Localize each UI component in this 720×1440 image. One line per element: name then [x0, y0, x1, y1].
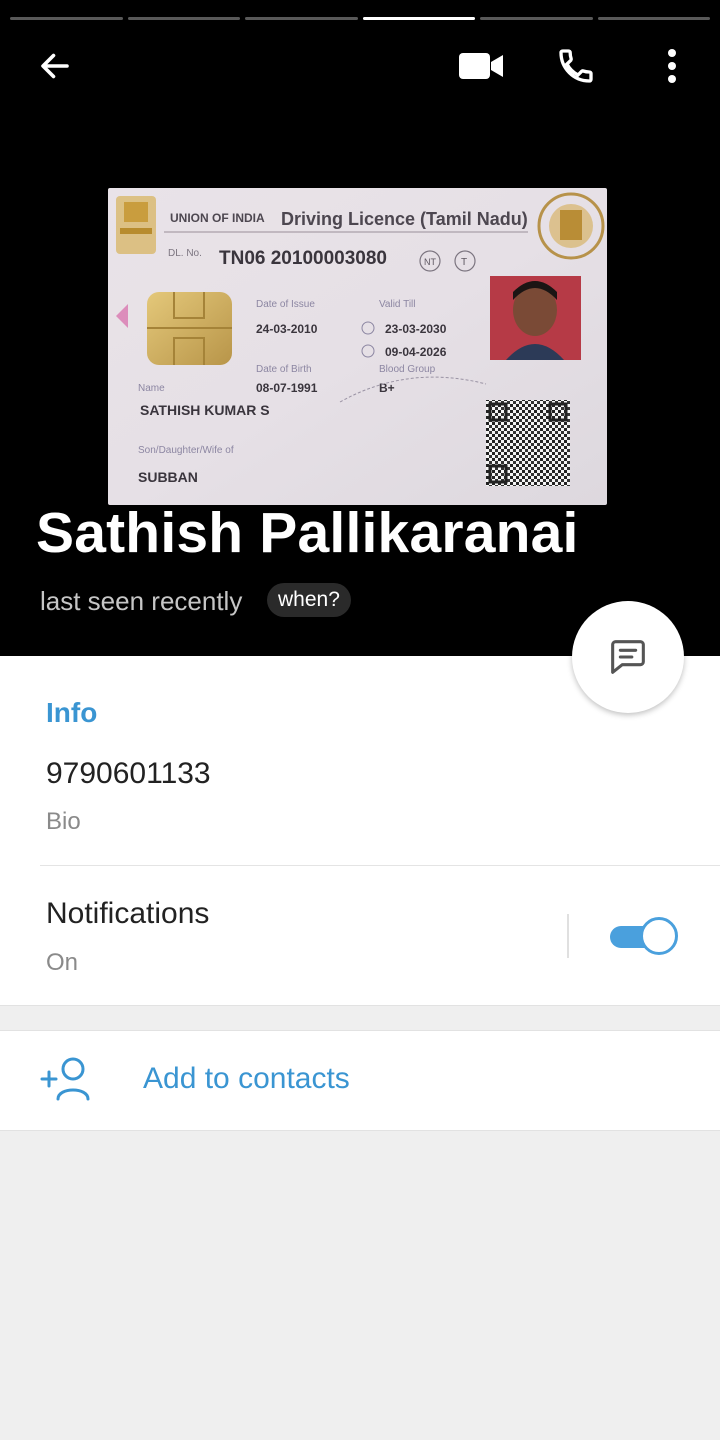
emblem-icon	[116, 196, 156, 254]
story-segment	[10, 17, 123, 20]
more-vertical-icon	[668, 49, 676, 83]
card-relation-label: Son/Daughter/Wife of	[138, 445, 234, 456]
card-issue-date: 24-03-2010	[256, 322, 318, 336]
card-badge-nt: NT	[424, 257, 436, 267]
story-progress	[10, 17, 710, 20]
back-button[interactable]	[29, 40, 81, 92]
card-relation-name: SUBBAN	[138, 469, 198, 485]
card-dl-number: TN06 20100003080	[219, 248, 387, 269]
story-segment	[597, 17, 710, 20]
add-user-icon	[40, 1057, 90, 1101]
card-valid-label: Valid Till	[379, 299, 416, 310]
story-segment	[480, 17, 593, 20]
video-call-button[interactable]	[455, 40, 507, 92]
toggle-knob	[640, 917, 678, 955]
notifications-label: Notifications	[46, 897, 210, 930]
card-blood-label: Blood Group	[379, 364, 436, 375]
story-segment	[127, 17, 240, 20]
story-segment	[245, 17, 358, 20]
bio-label: Bio	[46, 808, 81, 835]
profile-header: UNION OF INDIA Driving Licence (Tamil Na…	[0, 0, 720, 656]
card-holder-name: SATHISH KUMAR S	[140, 402, 270, 418]
card-issue-label: Date of Issue	[256, 299, 315, 310]
last-seen-status: last seen recently	[40, 586, 243, 616]
phone-icon	[559, 49, 593, 83]
arrow-left-icon	[41, 53, 69, 79]
driving-licence-card-image: UNION OF INDIA Driving Licence (Tamil Na…	[108, 188, 607, 505]
send-message-button[interactable]	[572, 601, 684, 713]
info-section-title: Info	[46, 697, 98, 728]
card-badge-t: T	[461, 257, 467, 268]
card-dl-label: DL. No.	[168, 248, 202, 259]
when-button[interactable]: when?	[267, 583, 351, 617]
video-camera-icon	[459, 53, 503, 79]
phone-number[interactable]: 9790601133	[46, 757, 211, 791]
story-segment-active	[362, 17, 475, 20]
holder-portrait	[490, 276, 581, 360]
profile-photo[interactable]: UNION OF INDIA Driving Licence (Tamil Na…	[108, 188, 607, 505]
add-to-contacts-button[interactable]: Add to contacts	[0, 1030, 720, 1131]
notifications-toggle[interactable]	[610, 916, 678, 956]
voice-call-button[interactable]	[550, 40, 602, 92]
card-title-text: Driving Licence (Tamil Nadu)	[281, 209, 528, 229]
notifications-row[interactable]: Notifications On	[0, 866, 720, 1006]
more-options-button[interactable]	[646, 40, 698, 92]
message-icon	[611, 640, 645, 674]
vertical-separator	[567, 914, 569, 958]
notifications-value: On	[46, 949, 79, 976]
add-to-contacts-label: Add to contacts	[143, 1062, 350, 1095]
qr-code	[486, 400, 570, 486]
card-dob-label: Date of Birth	[256, 364, 312, 375]
card-valid-nt: 23-03-2030	[385, 322, 447, 336]
card-name-label: Name	[138, 383, 165, 394]
card-valid-t: 09-04-2026	[385, 345, 447, 359]
card-dob: 08-07-1991	[256, 381, 318, 395]
profile-name: Sathish Pallikaranai	[36, 501, 579, 565]
card-union-text: UNION OF INDIA	[170, 211, 265, 225]
